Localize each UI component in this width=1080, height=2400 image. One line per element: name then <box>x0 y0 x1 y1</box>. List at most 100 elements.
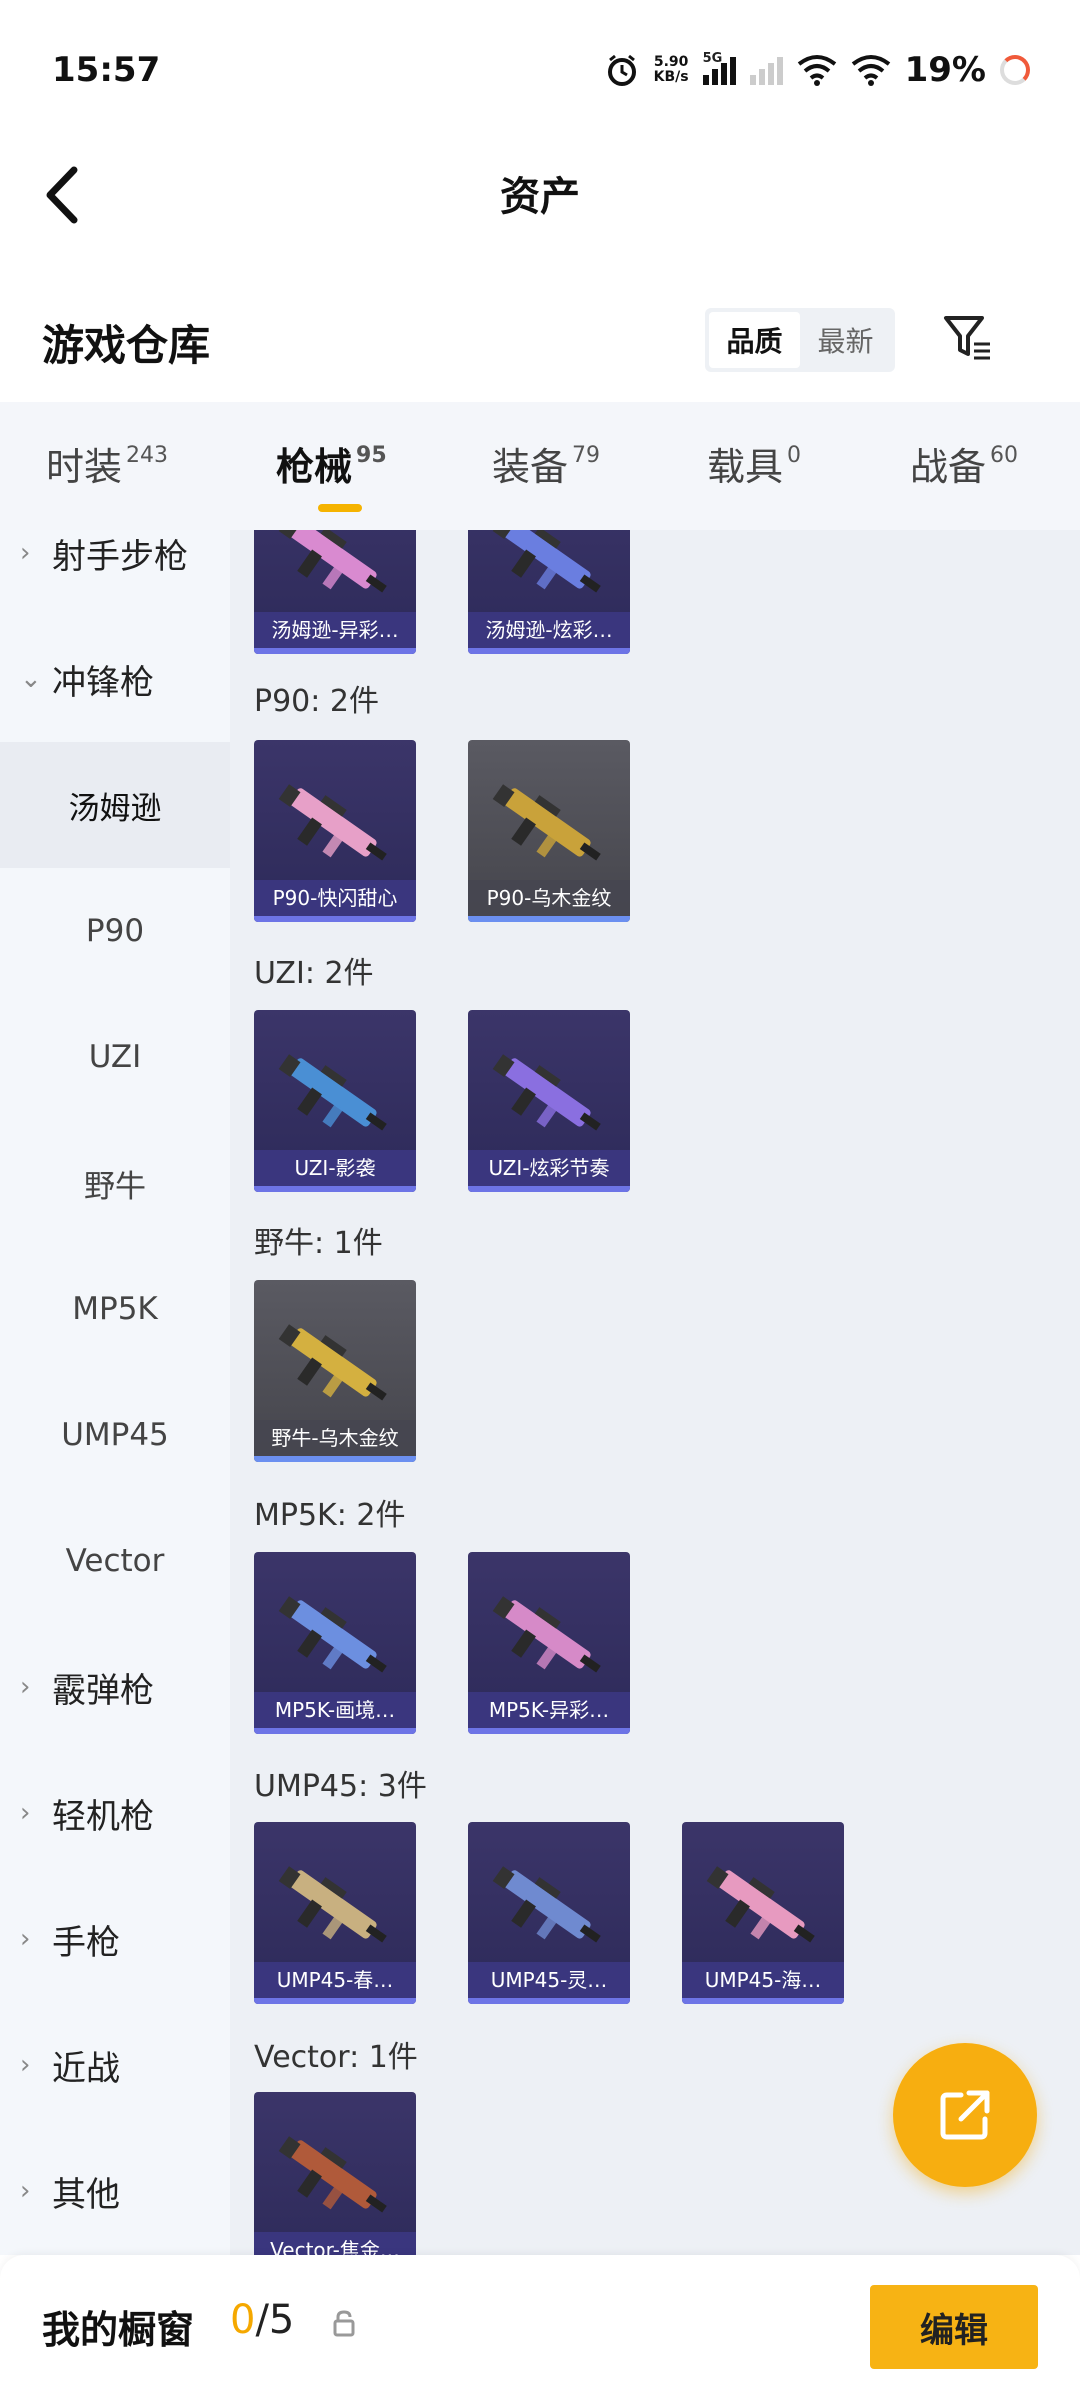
sidebar-item-label: 霰弹枪 <box>52 1670 154 1711</box>
weapon-name: 野牛-乌木金纹 <box>254 1420 416 1456</box>
weapon-card[interactable]: UMP45-海… <box>682 1822 844 2004</box>
sidebar-item-label: UMP45 <box>61 1417 169 1453</box>
showcase-count: 0/5 <box>230 2297 295 2343</box>
chevron-right-icon: › <box>20 2176 31 2206</box>
sidebar-item-1[interactable]: ⌄ 冲锋枪 <box>0 616 230 742</box>
weapon-name: P90-快闪甜心 <box>254 880 416 916</box>
weapon-image <box>492 530 601 593</box>
warehouse-header: 游戏仓库 品质 最新 <box>0 290 1080 400</box>
sidebar-item-3[interactable]: P90 <box>0 868 230 994</box>
weapon-card[interactable]: Vector-焦金… <box>254 2092 416 2255</box>
rarity-bar <box>254 1456 416 1462</box>
sidebar-item-10[interactable]: › 轻机枪 <box>0 1750 230 1876</box>
weapon-image <box>278 2136 387 2213</box>
rarity-bar <box>468 648 630 654</box>
weapon-category-sidebar: › 射手步枪 ⌄ 冲锋枪 汤姆逊 P90 UZI 野牛 MP5K UMP45 Vector › 霰弹枪 ›… <box>0 530 230 2255</box>
weapon-card[interactable]: MP5K-异彩… <box>468 1552 630 1734</box>
weapon-card[interactable]: MP5K-画境… <box>254 1552 416 1734</box>
weapon-image <box>706 1866 815 1943</box>
rarity-bar <box>254 1998 416 2004</box>
weapon-card[interactable]: UMP45-春… <box>254 1822 416 2004</box>
sidebar-item-6[interactable]: MP5K <box>0 1246 230 1372</box>
tab-equipment[interactable]: 装备 79 <box>492 436 600 491</box>
weapon-image <box>492 784 601 861</box>
sidebar-item-0[interactable]: › 射手步枪 <box>0 530 230 616</box>
tab-guns[interactable]: 枪械 95 <box>276 436 387 512</box>
weapon-card[interactable]: UZI-影袭 <box>254 1010 416 1192</box>
weapon-card[interactable]: 汤姆逊-异彩… <box>254 530 416 654</box>
weapon-image <box>278 1866 387 1943</box>
filter-icon[interactable] <box>940 310 996 366</box>
weapon-card[interactable]: 野牛-乌木金纹 <box>254 1280 416 1462</box>
sidebar-item-label: 轻机枪 <box>52 1796 154 1837</box>
sidebar-item-12[interactable]: › 近战 <box>0 2002 230 2128</box>
tab-supplies[interactable]: 战备 60 <box>910 436 1018 491</box>
sidebar-item-13[interactable]: › 其他 <box>0 2128 230 2254</box>
weapon-card[interactable]: P90-快闪甜心 <box>254 740 416 922</box>
weapon-image <box>278 784 387 861</box>
weapon-name: UZI-影袭 <box>254 1150 416 1186</box>
weapon-card[interactable]: UZI-炫彩节奏 <box>468 1010 630 1192</box>
share-button[interactable] <box>893 2043 1037 2187</box>
tab-fashion[interactable]: 时装 243 <box>46 436 168 491</box>
sidebar-item-label: 冲锋枪 <box>52 662 154 703</box>
status-bar: 15:57 5.90 KB/s 5G 19% <box>0 0 1080 140</box>
rarity-bar <box>682 1998 844 2004</box>
weapon-name: UMP45-灵… <box>468 1962 630 1998</box>
rarity-bar <box>468 916 630 922</box>
sidebar-item-7[interactable]: UMP45 <box>0 1372 230 1498</box>
weapon-image <box>492 1866 601 1943</box>
sort-newest-button[interactable]: 最新 <box>800 312 891 368</box>
sidebar-item-label: UZI <box>88 1039 142 1075</box>
battery-level: 19% <box>904 50 986 90</box>
weapon-name: 汤姆逊-异彩… <box>254 612 416 648</box>
rarity-bar <box>468 1998 630 2004</box>
weapon-name: UZI-炫彩节奏 <box>468 1150 630 1186</box>
weapon-card[interactable]: 汤姆逊-炫彩… <box>468 530 630 654</box>
weapon-image <box>278 530 387 593</box>
sidebar-item-4[interactable]: UZI <box>0 994 230 1120</box>
lock-icon <box>333 2310 355 2337</box>
battery-ring-icon <box>1000 55 1030 85</box>
weapon-image <box>278 1054 387 1131</box>
network-type: 5G <box>702 51 723 66</box>
status-icons: 5.90 KB/s 5G 19% <box>604 50 1030 90</box>
tab-vehicles[interactable]: 载具 0 <box>707 436 801 491</box>
sidebar-item-label: 汤姆逊 <box>68 790 162 827</box>
showcase-title: 我的橱窗 <box>42 2308 195 2352</box>
weapon-card[interactable]: P90-乌木金纹 <box>468 740 630 922</box>
weapon-name: P90-乌木金纹 <box>468 880 630 916</box>
chevron-down-icon: ⌄ <box>20 664 42 694</box>
page-header: 资产 <box>0 140 1080 250</box>
category-tabs: 时装 243 枪械 95 装备 79 载具 0 战备 60 <box>0 402 1080 530</box>
sidebar-item-5[interactable]: 野牛 <box>0 1120 230 1246</box>
wifi-icon <box>797 55 836 86</box>
chevron-right-icon: › <box>20 538 31 568</box>
alarm-icon <box>607 54 636 86</box>
active-tab-indicator <box>318 504 362 512</box>
chevron-right-icon: › <box>20 1672 31 1702</box>
sidebar-item-label: MP5K <box>72 1291 158 1327</box>
sort-quality-button[interactable]: 品质 <box>709 312 800 368</box>
sidebar-item-8[interactable]: Vector <box>0 1498 230 1624</box>
weapon-name: UMP45-海… <box>682 1962 844 1998</box>
warehouse-title: 游戏仓库 <box>42 321 211 370</box>
edit-button[interactable]: 编辑 <box>870 2285 1038 2369</box>
group-title: MP5K: 2件 <box>254 1498 406 1533</box>
sidebar-item-label: 手枪 <box>52 1922 120 1963</box>
sort-toggle: 品质 最新 <box>705 308 895 372</box>
page-title: 资产 <box>500 174 580 220</box>
rarity-bar <box>468 1728 630 1734</box>
weapon-card[interactable]: UMP45-灵… <box>468 1822 630 2004</box>
sidebar-item-9[interactable]: › 霰弹枪 <box>0 1624 230 1750</box>
showcase-bar: 我的橱窗 0/5 编辑 <box>0 2255 1080 2400</box>
sidebar-item-11[interactable]: › 手枪 <box>0 1876 230 2002</box>
group-title: UMP45: 3件 <box>254 1769 427 1804</box>
chevron-right-icon: › <box>20 2050 31 2080</box>
sidebar-item-label: 近战 <box>52 2048 120 2089</box>
sidebar-item-label: 野牛 <box>84 1168 146 1205</box>
net-speed: 5.90 KB/s <box>653 54 689 85</box>
chevron-right-icon: › <box>20 1798 31 1828</box>
rarity-bar <box>254 916 416 922</box>
sidebar-item-2[interactable]: 汤姆逊 <box>0 742 230 868</box>
